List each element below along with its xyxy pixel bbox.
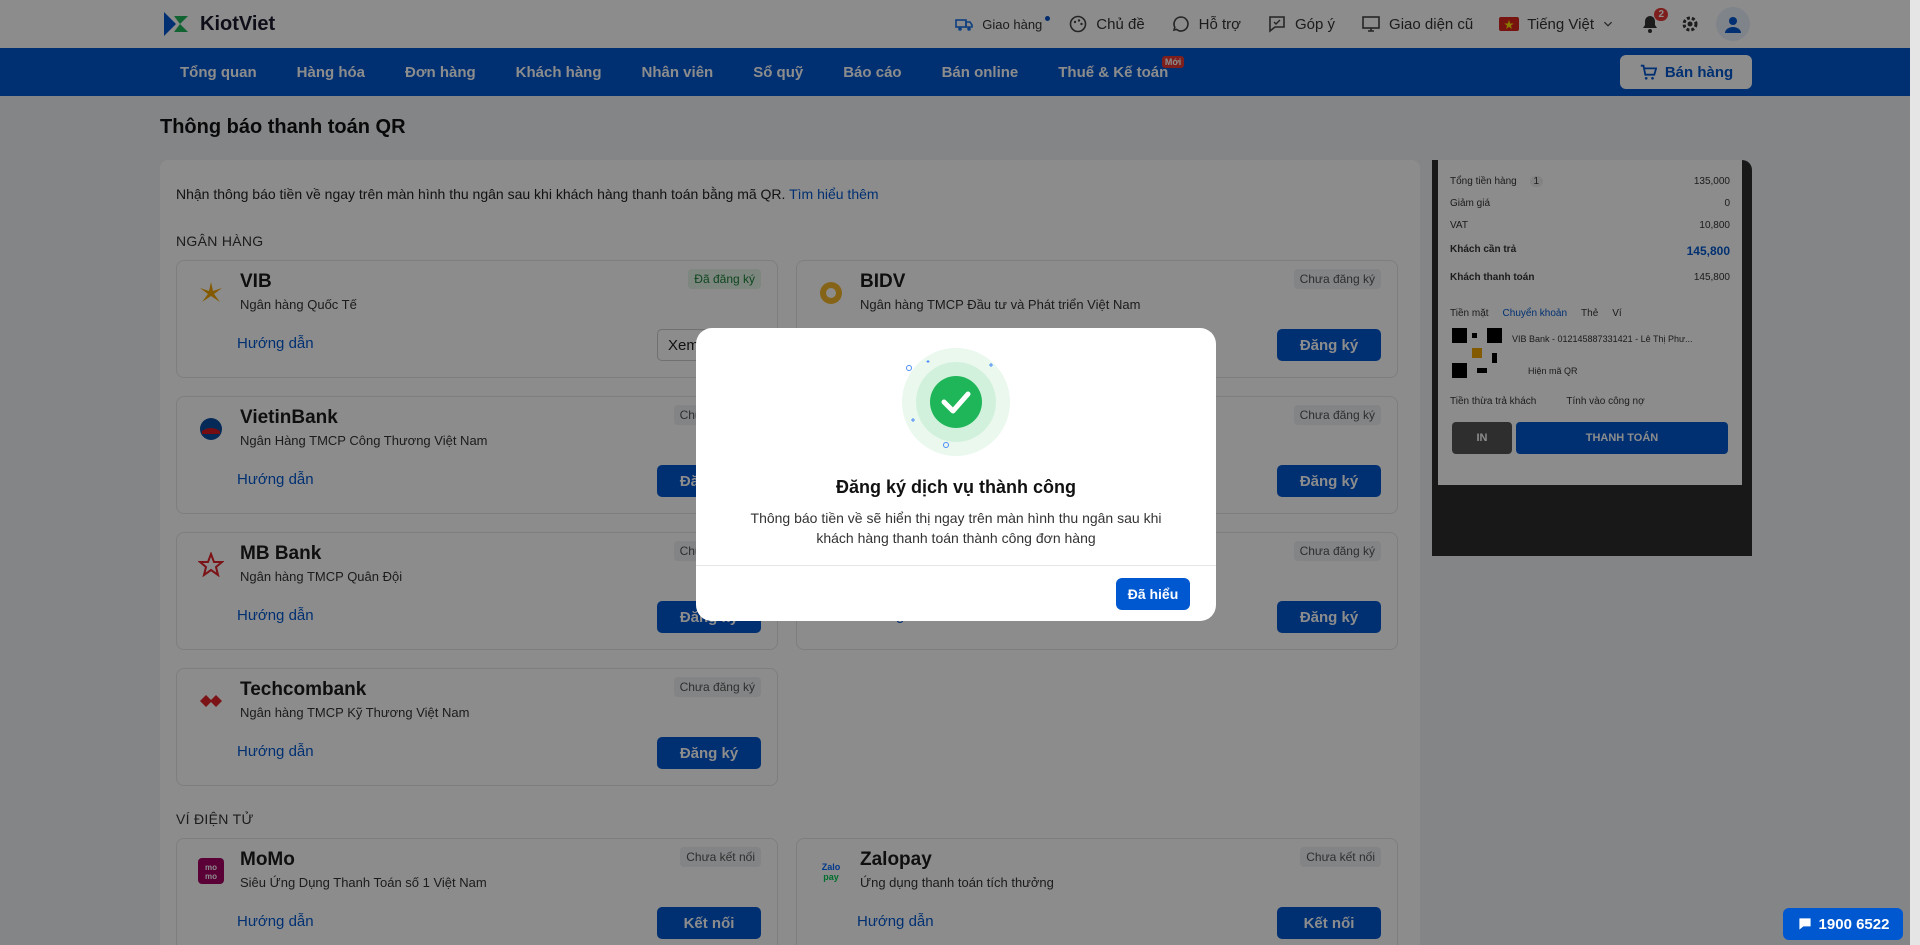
chat-bubble-icon xyxy=(1798,918,1811,930)
divider xyxy=(696,565,1216,566)
dialog-description: Thông báo tiền về sẽ hiển thị ngay trên … xyxy=(726,508,1186,548)
success-check-icon xyxy=(896,342,1016,467)
page-scrollbar[interactable] xyxy=(1910,0,1920,945)
dialog-title: Đăng ký dịch vụ thành công xyxy=(835,477,1077,497)
understood-button[interactable]: Đã hiểu xyxy=(1116,578,1190,610)
dialog-description-line: Thông báo tiền về sẽ hiển thị ngay trên … xyxy=(750,510,1162,526)
hotline-number: 1900 6522 xyxy=(1818,915,1890,933)
hotline-button[interactable]: 1900 6522 xyxy=(1783,908,1903,940)
success-dialog: Đăng ký dịch vụ thành công Thông báo tiề… xyxy=(696,328,1216,621)
dialog-description-line: khách hàng thanh toán thành công đơn hàn… xyxy=(816,530,1096,546)
